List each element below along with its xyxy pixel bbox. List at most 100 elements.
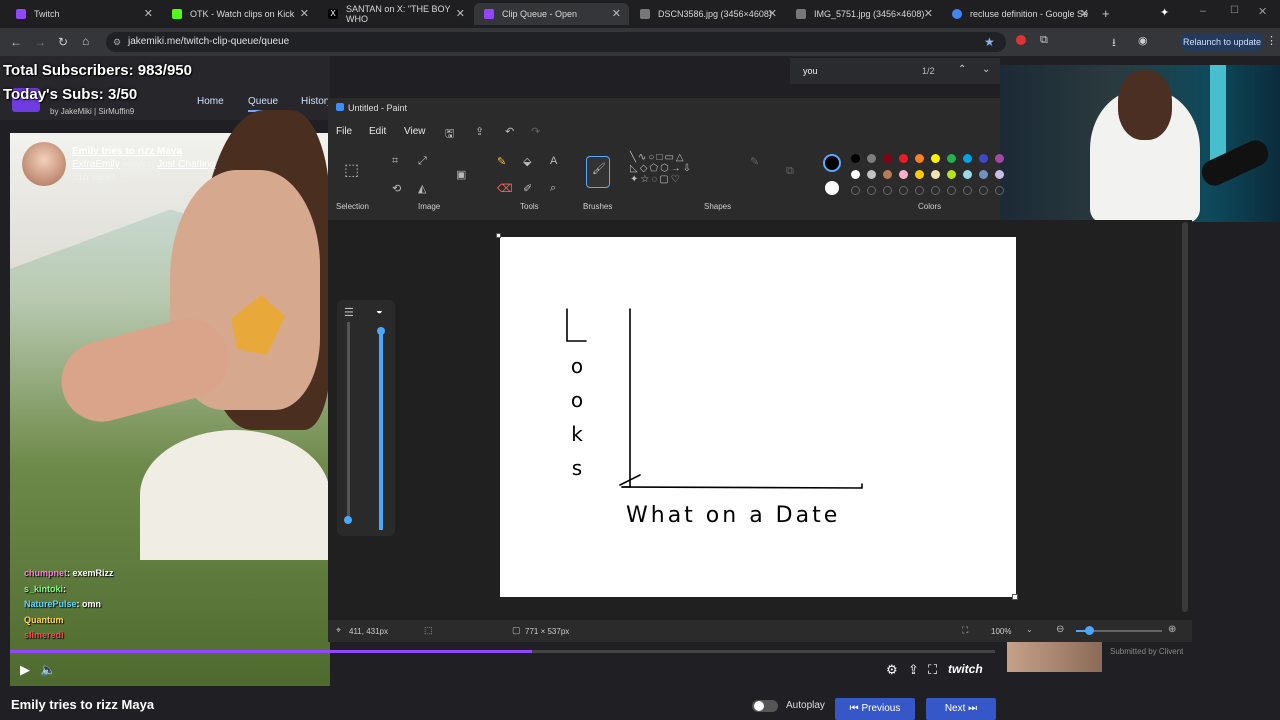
palette-color-swatch[interactable]	[915, 154, 924, 163]
find-input[interactable]: you	[803, 66, 818, 76]
new-tab-icon[interactable]: +	[1102, 6, 1110, 21]
brush-size-slider[interactable]	[347, 322, 350, 520]
bookmark-star-icon[interactable]: ★	[984, 35, 995, 49]
streamer-link[interactable]: ExtraEmily	[72, 159, 120, 170]
custom-color-slot[interactable]	[851, 186, 860, 195]
tab-google[interactable]: recluse definition - Google Se ✕	[942, 3, 1097, 25]
pencil-icon[interactable]: ✎	[497, 155, 506, 168]
extensions-icon[interactable]: ⧉	[1040, 34, 1048, 47]
find-prev-icon[interactable]: ⌃	[958, 64, 966, 75]
custom-color-slot[interactable]	[979, 186, 988, 195]
zoom-in-icon[interactable]: ⊕	[1168, 624, 1176, 635]
tab-santan[interactable]: X SANTAN on X: "THE BOY WHO ✕	[318, 3, 473, 25]
tab-clip-queue[interactable]: Clip Queue - Open ✕	[474, 3, 629, 25]
color-picker-icon[interactable]: ✐	[523, 182, 532, 195]
minimize-icon[interactable]: –	[1200, 5, 1206, 17]
menu-view[interactable]: View	[404, 126, 426, 137]
palette-color-swatch[interactable]	[915, 170, 924, 179]
url-field[interactable]: ⚙ jakemiki.me/twitch-clip-queue/queue	[106, 32, 1006, 52]
tab-otk[interactable]: OTK - Watch clips on Kick ✕	[162, 3, 317, 25]
close-icon[interactable]: ✕	[300, 7, 309, 20]
palette-color-swatch[interactable]	[963, 170, 972, 179]
color-1-swatch[interactable]	[823, 154, 841, 172]
nav-home[interactable]: Home	[197, 96, 224, 107]
palette-color-swatch[interactable]	[883, 154, 892, 163]
volume-icon[interactable]: 🔈	[40, 662, 56, 678]
reload-icon[interactable]: ↻	[58, 35, 68, 49]
game-link[interactable]: Just Chatting	[157, 159, 215, 170]
palette-color-swatch[interactable]	[931, 154, 940, 163]
play-icon[interactable]: ▶	[20, 662, 30, 678]
eraser-icon[interactable]: ⌫	[497, 182, 513, 195]
select-rectangle-icon[interactable]: ⬚	[344, 160, 359, 180]
menu-edit[interactable]: Edit	[369, 126, 386, 137]
palette-color-swatch[interactable]	[995, 154, 1004, 163]
streamer-avatar[interactable]	[22, 142, 66, 186]
gemini-icon[interactable]: ✦	[1160, 6, 1169, 19]
fullscreen-icon[interactable]: ⛶	[928, 662, 937, 678]
relaunch-button[interactable]: Relaunch to update	[1180, 33, 1264, 51]
palette-color-swatch[interactable]	[979, 154, 988, 163]
zoom-level[interactable]: 100%	[991, 627, 1011, 636]
shapes-gallery-icon[interactable]: ╲∿○□▭△ ◺◇⬠⬡→⇩ ✦☆◌▢♡	[630, 152, 730, 185]
palette-color-swatch[interactable]	[947, 170, 956, 179]
text-icon[interactable]: A	[550, 155, 557, 167]
palette-color-swatch[interactable]	[851, 170, 860, 179]
back-icon[interactable]: ←	[10, 35, 22, 49]
settings-icon[interactable]: ⚙	[886, 662, 898, 678]
profile-icon[interactable]: ◉	[1138, 34, 1148, 47]
more-menu-icon[interactable]: ⋮	[1266, 34, 1277, 47]
download-icon[interactable]: ⭳	[1112, 34, 1116, 53]
author-jakemiki[interactable]: JakeMiki	[61, 107, 92, 116]
home-icon[interactable]: ⌂	[82, 34, 89, 48]
palette-color-swatch[interactable]	[947, 154, 956, 163]
zoom-slider-knob[interactable]	[1085, 626, 1094, 635]
zoom-dropdown-icon[interactable]: ⌄	[1026, 625, 1033, 634]
close-icon[interactable]: ✕	[1080, 7, 1089, 20]
palette-color-swatch[interactable]	[995, 170, 1004, 179]
close-icon[interactable]: ✕	[456, 7, 465, 20]
fill-icon[interactable]: ⬙	[523, 155, 531, 168]
close-icon[interactable]: ✕	[144, 7, 153, 20]
palette-color-swatch[interactable]	[931, 170, 940, 179]
custom-color-slot[interactable]	[883, 186, 892, 195]
tab-dscn[interactable]: DSCN3586.jpg (3456×4608) ✕	[630, 3, 785, 25]
rotate-icon[interactable]: ⟲	[392, 182, 401, 195]
author-sirmuffin[interactable]: SirMuffin9	[98, 107, 134, 116]
brush-size-knob[interactable]	[344, 516, 352, 524]
undo-icon[interactable]: ↶	[505, 125, 514, 138]
share-icon[interactable]: ⇪	[475, 125, 484, 138]
menu-file[interactable]: File	[336, 126, 352, 137]
custom-color-slot[interactable]	[931, 186, 940, 195]
flip-icon[interactable]: ◭	[418, 182, 426, 195]
canvas-resize-handle[interactable]	[1012, 594, 1018, 600]
palette-color-swatch[interactable]	[851, 154, 860, 163]
queue-thumbnail[interactable]	[1007, 640, 1102, 672]
next-button[interactable]: Next ⏭	[926, 698, 996, 720]
custom-color-slot[interactable]	[995, 186, 1004, 195]
site-info-icon[interactable]: ⚙	[113, 32, 121, 52]
close-icon[interactable]: ✕	[768, 7, 777, 20]
find-next-icon[interactable]: ⌄	[982, 64, 990, 75]
redo-icon[interactable]: ↷	[531, 125, 540, 138]
palette-color-swatch[interactable]	[979, 170, 988, 179]
extension-record-icon[interactable]	[1016, 35, 1026, 45]
crop-icon[interactable]: ⌗	[392, 155, 398, 168]
palette-color-swatch[interactable]	[899, 154, 908, 163]
resize-icon[interactable]: ⤢	[418, 155, 427, 168]
custom-color-slot[interactable]	[867, 186, 876, 195]
maximize-icon[interactable]: ☐	[1230, 5, 1239, 16]
layers-icon[interactable]: ⧉	[786, 165, 794, 178]
tab-twitch[interactable]: Twitch ✕	[6, 3, 161, 25]
zoom-out-icon[interactable]: ⊖	[1056, 624, 1064, 635]
opacity-slider[interactable]	[379, 330, 383, 530]
forward-icon[interactable]: →	[34, 35, 46, 49]
image-select-icon[interactable]: ▣	[456, 168, 466, 181]
canvas-resize-handle[interactable]	[496, 233, 501, 238]
custom-color-slot[interactable]	[963, 186, 972, 195]
previous-button[interactable]: ⏮ Previous	[835, 698, 915, 720]
opacity-knob[interactable]	[377, 327, 385, 335]
vertical-scrollbar[interactable]	[1182, 222, 1188, 612]
share-icon[interactable]: ⇪	[908, 662, 919, 678]
magnifier-icon[interactable]: ⌕	[550, 182, 556, 195]
